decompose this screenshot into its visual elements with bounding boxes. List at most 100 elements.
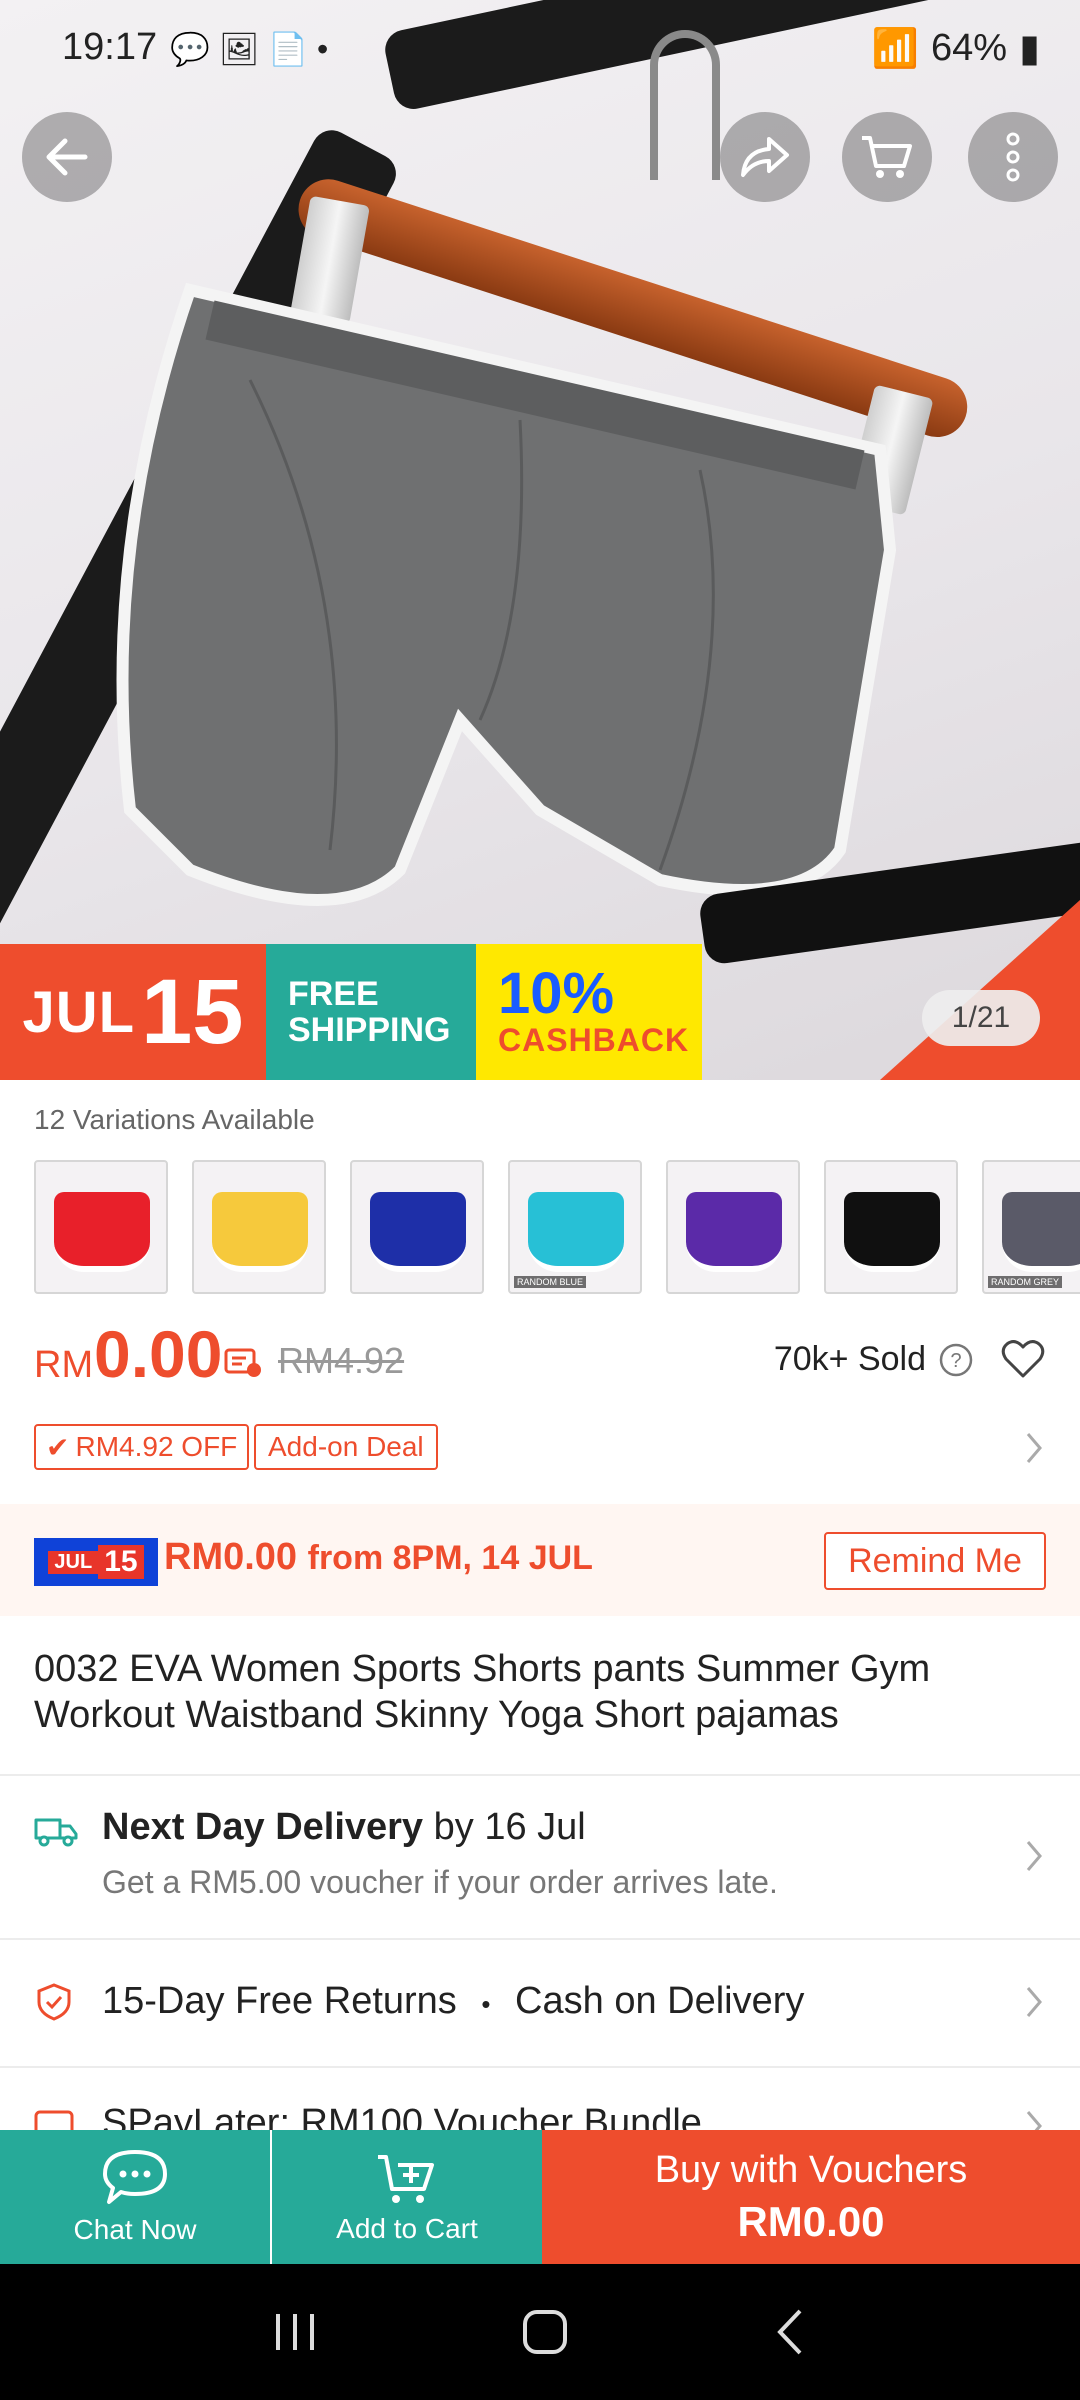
delivery-title: Next Day Delivery [102, 1806, 424, 1848]
bottom-action-bar: Chat Now Add to Cart Buy with Vouchers R… [0, 2130, 1080, 2264]
flash-sale-price: RM0.00 [164, 1536, 298, 1578]
heart-icon[interactable] [1000, 1338, 1046, 1380]
delivery-row[interactable]: Next Day Delivery by 16 Jul Get a RM5.00… [0, 1776, 1080, 1936]
cashback-badge: 10% CASHBACK [476, 944, 702, 1080]
spaylater-text: SPayLater: RM100 Voucher Bundle [102, 2102, 702, 2130]
variation-swatch [844, 1192, 940, 1272]
free-shipping-line1: FREE [288, 975, 379, 1013]
returns-text: 15-Day Free Returns • Cash on Delivery [102, 1980, 804, 2023]
help-icon[interactable]: ? [938, 1342, 974, 1378]
discount-tag: ✔ RM4.92 OFF [34, 1424, 250, 1470]
recent-apps-icon[interactable] [270, 2310, 320, 2354]
promo-banner: JUL 15 FREE SHIPPING 10% CASHBACK [0, 944, 702, 1080]
status-bar: 19:17 💬 🖼 📄 • 📶 64% ▮ [0, 0, 1080, 96]
chat-icon [103, 2150, 167, 2204]
flash-sale-time: from 8PM, 14 JUL [307, 1539, 593, 1577]
variation-thumbnail[interactable]: RANDOM BLUE [508, 1160, 642, 1294]
flash-sale-text: RM0.00 from 8PM, 14 JUL [164, 1536, 593, 1579]
variation-thumbnails: RANDOM BLUE RANDOM GREY [34, 1160, 1080, 1294]
returns-separator: • [481, 1989, 491, 2019]
sold-count: 70k+ Sold [773, 1340, 926, 1378]
product-image-gallery[interactable]: 19:17 💬 🖼 📄 • 📶 64% ▮ JUL 15 FREE SHIPPI… [0, 0, 1080, 1080]
svg-text:?: ? [950, 1350, 961, 1372]
check-icon: ✔ [46, 1431, 70, 1463]
original-price: RM4.92 [278, 1340, 405, 1381]
delivery-date: by 16 Jul [433, 1806, 586, 1848]
variation-thumbnail[interactable] [666, 1160, 800, 1294]
buy-price: RM0.00 [737, 2197, 885, 2245]
variation-swatch [370, 1192, 466, 1272]
returns-row[interactable]: 15-Day Free Returns • Cash on Delivery [0, 1940, 1080, 2064]
buy-with-vouchers-button[interactable]: Buy with Vouchers RM0.00 [542, 2130, 1080, 2264]
signal-icon: 📶 [871, 27, 920, 70]
status-right: 📶 64% ▮ [872, 26, 1040, 71]
chevron-right-icon [1026, 1987, 1042, 2017]
variations-label: 12 Variations Available [34, 1104, 315, 1135]
variation-swatch [528, 1192, 624, 1272]
deal-tags-row[interactable]: ✔ RM4.92 OFF Add-on Deal [34, 1424, 1046, 1474]
notification-icons: 💬 🖼 📄 • [170, 31, 329, 67]
status-time: 19:17 [62, 26, 158, 68]
variation-thumbnail[interactable] [824, 1160, 958, 1294]
chevron-right-icon [1026, 2111, 1042, 2130]
shorts-image [116, 282, 897, 906]
more-options-button[interactable] [968, 112, 1058, 202]
delivery-subtitle: Get a RM5.00 voucher if your order arriv… [102, 1864, 778, 1900]
cart-button[interactable] [842, 112, 932, 202]
share-icon [741, 137, 789, 177]
flash-sale-bar: JUL 15 RM0.00 from 8PM, 14 JUL Remind Me [0, 1504, 1080, 1616]
variation-thumbnail[interactable] [192, 1160, 326, 1294]
discount-tag-label: RM4.92 OFF [75, 1431, 238, 1462]
product-title: 0032 EVA Women Sports Shorts pants Summe… [34, 1648, 931, 1736]
remind-me-button[interactable]: Remind Me [824, 1532, 1046, 1590]
returns-label: 15-Day Free Returns [102, 1980, 457, 2022]
add-to-cart-button[interactable]: Add to Cart [272, 2130, 542, 2264]
system-nav-bar [0, 2264, 1080, 2400]
price-value: 0.00 [94, 1317, 223, 1391]
spaylater-row[interactable]: SPayLater: RM100 Voucher Bundle [0, 2068, 1080, 2130]
image-counter: 1/21 [922, 990, 1040, 1046]
flash-badge-month: JUL [48, 1550, 99, 1574]
add-to-cart-icon [378, 2155, 434, 2203]
shield-check-icon [37, 1983, 71, 2021]
arrow-left-icon [46, 138, 88, 176]
home-icon[interactable] [520, 2307, 570, 2357]
voucher-icon [224, 1348, 261, 1377]
variation-thumbnail[interactable] [34, 1160, 168, 1294]
chat-now-button[interactable]: Chat Now [0, 2130, 270, 2264]
cashback-percent: 10% [498, 960, 615, 1026]
chevron-right-icon [1026, 1433, 1042, 1463]
campaign-date: JUL 15 [0, 944, 266, 1080]
variation-thumbnail[interactable] [350, 1160, 484, 1294]
variation-swatch [686, 1192, 782, 1272]
battery-icon: ▮ [1019, 28, 1040, 70]
cod-label: Cash on Delivery [515, 1980, 805, 2022]
variation-swatch [212, 1192, 308, 1272]
more-vertical-icon [1006, 132, 1020, 182]
addon-deal-tag: Add-on Deal [254, 1424, 438, 1470]
cart-icon [862, 136, 912, 178]
buy-label: Buy with Vouchers [654, 2148, 968, 2191]
chevron-right-icon [1026, 1841, 1042, 1871]
free-shipping-badge: FREE SHIPPING [266, 944, 476, 1080]
back-button[interactable] [22, 112, 112, 202]
chat-now-label: Chat Now [73, 2214, 197, 2245]
add-to-cart-label: Add to Cart [336, 2213, 478, 2244]
flash-sale-badge: JUL 15 [34, 1538, 158, 1586]
flash-badge-day: 15 [98, 1545, 144, 1579]
variation-thumbnail[interactable]: RANDOM GREY [982, 1160, 1080, 1294]
back-nav-icon[interactable] [770, 2307, 810, 2357]
price-row: RM 0.00 RM4.92 70k+ Sold ? [34, 1316, 1046, 1406]
campaign-day: 15 [141, 960, 244, 1063]
cashback-label: CASHBACK [498, 1021, 690, 1058]
battery-level: 64% [931, 27, 1008, 69]
variation-swatch [1002, 1192, 1080, 1272]
price-currency: RM [34, 1344, 94, 1386]
free-shipping-line2: SHIPPING [288, 1011, 451, 1049]
variation-tag: RANDOM BLUE [514, 1276, 587, 1288]
variation-swatch [54, 1192, 150, 1272]
variation-tag: RANDOM GREY [988, 1276, 1063, 1288]
delivery-title-line: Next Day Delivery by 16 Jul [102, 1806, 586, 1849]
spaylater-icon [34, 2110, 74, 2130]
share-button[interactable] [720, 112, 810, 202]
